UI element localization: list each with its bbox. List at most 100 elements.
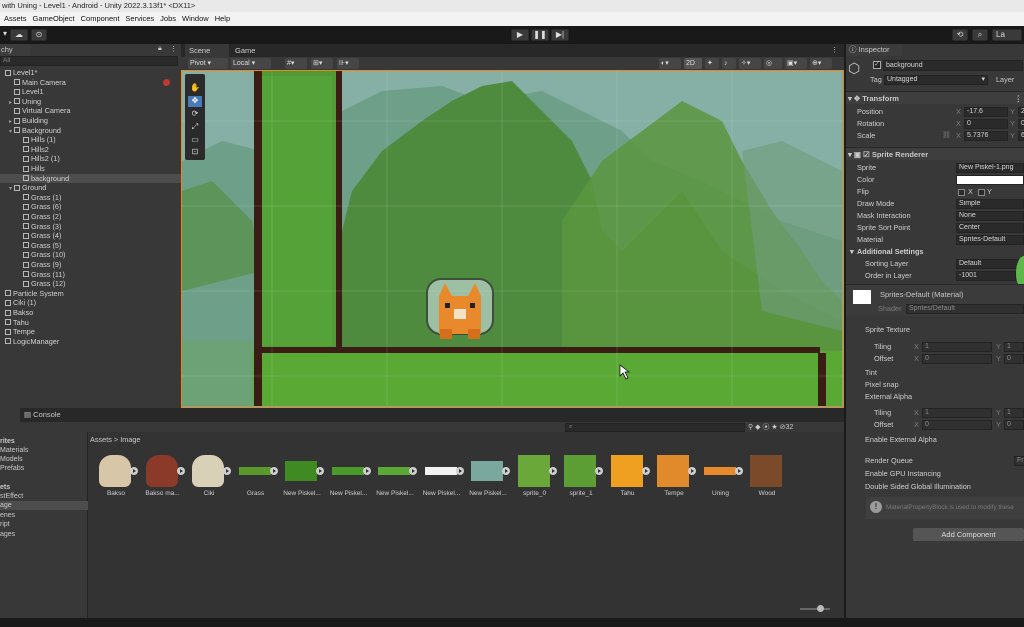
folder-item[interactable]: stEffect bbox=[0, 492, 88, 501]
expand-sprite-icon[interactable] bbox=[316, 467, 324, 475]
expand-sprite-icon[interactable] bbox=[595, 467, 603, 475]
hierarchy-item[interactable]: Ciki (1) bbox=[0, 298, 181, 308]
effects-icon[interactable]: ✧▾ bbox=[739, 58, 761, 69]
expand-sprite-icon[interactable] bbox=[130, 467, 138, 475]
expand-sprite-icon[interactable] bbox=[548, 467, 557, 475]
tab-game[interactable]: Game bbox=[231, 44, 271, 57]
asset-item[interactable]: Wood bbox=[745, 455, 789, 505]
hierarchy-item[interactable]: Grass (1) bbox=[0, 193, 181, 203]
hierarchy-item[interactable]: Grass (6) bbox=[0, 202, 181, 212]
expand-sprite-icon[interactable] bbox=[409, 467, 417, 475]
folder-item[interactable]: ript bbox=[0, 520, 88, 529]
hierarchy-item[interactable]: Hills2 bbox=[0, 145, 181, 155]
hierarchy-item[interactable]: Grass (9) bbox=[0, 260, 181, 270]
step-button[interactable]: ▶| bbox=[551, 29, 569, 41]
expand-sprite-icon[interactable] bbox=[223, 467, 231, 475]
folder-item[interactable]: enes bbox=[0, 511, 88, 520]
folder-item[interactable]: Materials bbox=[0, 446, 88, 455]
hierarchy-item[interactable]: Grass (12) bbox=[0, 279, 181, 289]
search-by-type-icon[interactable]: ⚲ bbox=[748, 424, 753, 431]
hierarchy-item[interactable]: Level1* bbox=[0, 68, 181, 78]
scale-tool-icon[interactable]: ⤢ bbox=[188, 122, 202, 133]
hierarchy-item[interactable]: Grass (2) bbox=[0, 212, 181, 222]
cloud-icon[interactable]: ☁ bbox=[10, 29, 28, 41]
add-component-button[interactable]: Add Component bbox=[913, 528, 1024, 541]
object-name-field[interactable]: background bbox=[883, 60, 1023, 71]
pivot-dropdown[interactable]: Pivot ▾ bbox=[188, 58, 228, 69]
rect-tool-icon[interactable]: ▭ bbox=[188, 135, 202, 146]
color-swatch[interactable] bbox=[956, 175, 1024, 185]
play-button[interactable]: ▶ bbox=[511, 29, 529, 41]
increment-snap-button[interactable]: ⊪▾ bbox=[337, 58, 359, 69]
expand-sprite-icon[interactable] bbox=[688, 467, 696, 475]
hierarchy-tab[interactable]: chy bbox=[0, 44, 30, 56]
offset-y-field[interactable]: 0 bbox=[1004, 354, 1024, 364]
sprite-field[interactable]: New Piskel-1.png bbox=[956, 163, 1024, 173]
link-icon[interactable]: ⛓ bbox=[942, 130, 951, 142]
tiling2-y-field[interactable]: 1 bbox=[1004, 408, 1024, 418]
hierarchy-item[interactable]: Grass (11) bbox=[0, 270, 181, 280]
flip-x-checkbox[interactable] bbox=[958, 189, 965, 196]
lock-icon[interactable]: 🔒︎ bbox=[158, 45, 162, 53]
offset2-x-field[interactable]: 0 bbox=[922, 420, 992, 430]
search-icon[interactable]: ⌕ bbox=[972, 29, 988, 41]
zoom-slider[interactable] bbox=[800, 608, 830, 610]
project-search-input[interactable]: ⌕ bbox=[565, 423, 745, 432]
rotation-y-field[interactable]: 0 bbox=[1018, 119, 1024, 129]
offset2-y-field[interactable]: 0 bbox=[1004, 420, 1024, 430]
asset-item[interactable]: New Piskel... bbox=[373, 455, 417, 505]
hierarchy-item[interactable]: Bakso bbox=[0, 308, 181, 318]
layers-dropdown[interactable]: La bbox=[992, 29, 1022, 41]
asset-item[interactable]: New Piskel... bbox=[327, 455, 371, 505]
hierarchy-item[interactable]: background bbox=[0, 173, 181, 184]
move-tool-icon[interactable]: ✥ bbox=[188, 96, 202, 107]
hierarchy-item[interactable]: Hills2 (1) bbox=[0, 154, 181, 164]
transform-tool-icon[interactable]: ⊡ bbox=[188, 147, 202, 158]
sort-point-dropdown[interactable]: Center bbox=[956, 223, 1024, 233]
menu-item-component[interactable]: Component bbox=[81, 12, 120, 26]
tag-dropdown[interactable]: Untagged ▾ bbox=[884, 75, 988, 85]
hierarchy-item[interactable]: ▸ Uning bbox=[0, 97, 181, 107]
order-field[interactable]: -1001 bbox=[956, 271, 1016, 281]
tab-console[interactable]: ▤ Console bbox=[20, 408, 70, 422]
shader-dropdown[interactable]: Sprites/Default bbox=[906, 304, 1024, 314]
expand-sprite-icon[interactable] bbox=[455, 467, 464, 475]
hierarchy-item[interactable]: ▾ Ground bbox=[0, 183, 181, 193]
menu-item-window[interactable]: Window bbox=[182, 12, 209, 26]
expand-sprite-icon[interactable] bbox=[269, 467, 278, 475]
pause-button[interactable]: ❚❚ bbox=[531, 29, 549, 41]
asset-item[interactable]: Grass bbox=[234, 455, 278, 505]
2d-toggle-button[interactable]: 2D bbox=[684, 58, 702, 69]
asset-item[interactable]: Uning bbox=[699, 455, 743, 505]
expand-sprite-icon[interactable] bbox=[734, 467, 743, 475]
more-icon[interactable]: ⋮ bbox=[170, 45, 177, 53]
expand-sprite-icon[interactable] bbox=[176, 467, 185, 475]
sorting-layer-dropdown[interactable]: Default bbox=[956, 259, 1024, 269]
menu-item-services[interactable]: Services bbox=[125, 12, 154, 26]
expand-sprite-icon[interactable] bbox=[362, 467, 371, 475]
rotate-tool-icon[interactable]: ⟳ bbox=[188, 109, 202, 120]
asset-item[interactable]: Bakso ma... bbox=[141, 455, 185, 505]
position-y-field[interactable]: 2 bbox=[1018, 107, 1024, 117]
tab-project[interactable] bbox=[0, 408, 20, 422]
folder-item[interactable]: ets bbox=[0, 483, 88, 492]
folder-item[interactable]: Prefabs bbox=[0, 464, 88, 473]
material-field[interactable]: Sprites-Default bbox=[956, 235, 1024, 245]
mask-dropdown[interactable]: None bbox=[956, 211, 1024, 221]
grid-toggle-button[interactable]: ⊞▾ bbox=[311, 58, 333, 69]
zoom-slider-handle[interactable] bbox=[817, 605, 824, 612]
lighting-icon[interactable]: ✦ bbox=[705, 58, 719, 69]
camera-icon[interactable]: ▣▾ bbox=[785, 58, 807, 69]
scale-y-field[interactable]: 6 bbox=[1018, 131, 1024, 141]
flip-y-checkbox[interactable] bbox=[978, 189, 985, 196]
asset-item[interactable]: New Piskel... bbox=[466, 455, 510, 505]
asset-item[interactable]: New Piskel... bbox=[280, 455, 324, 505]
hierarchy-item[interactable]: Level1 bbox=[0, 87, 181, 97]
tiling2-x-field[interactable]: 1 bbox=[922, 408, 992, 418]
rotation-x-field[interactable]: 0 bbox=[964, 119, 1008, 129]
menu-item-jobs[interactable]: Jobs bbox=[160, 12, 176, 26]
position-x-field[interactable]: -17.6 bbox=[964, 107, 1008, 117]
hierarchy-item[interactable]: Virtual Camera bbox=[0, 106, 181, 116]
hierarchy-item[interactable]: Hills bbox=[0, 164, 181, 174]
grid-snap-button[interactable]: #▾ bbox=[285, 58, 307, 69]
